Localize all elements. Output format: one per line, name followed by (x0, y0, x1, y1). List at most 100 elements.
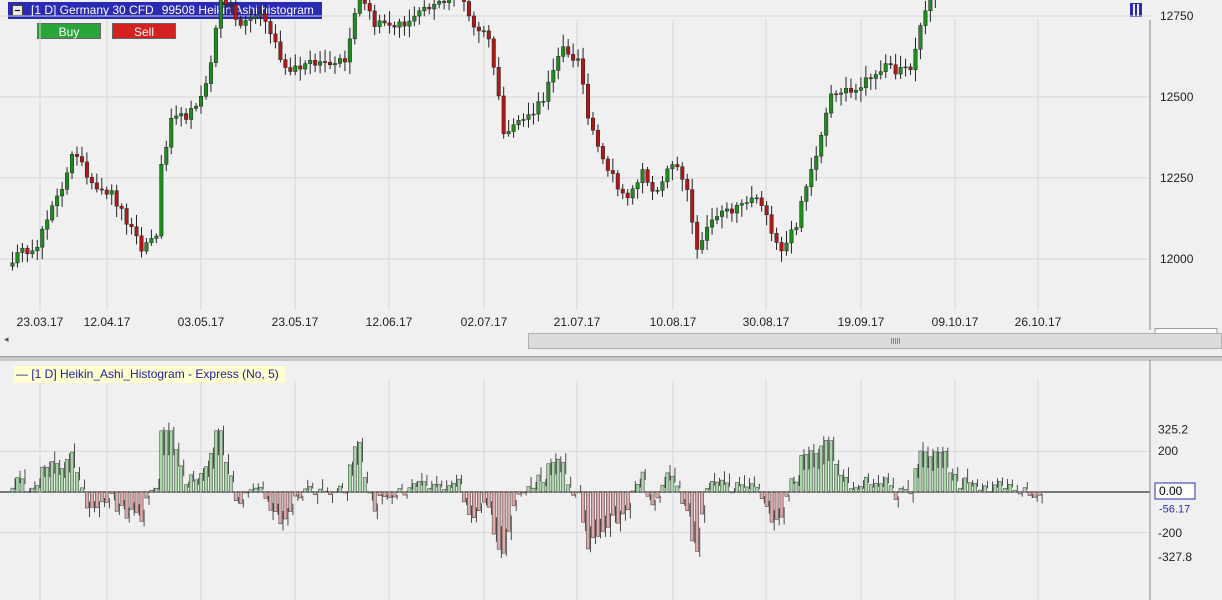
candle-body (590, 117, 595, 131)
hist-bar (586, 491, 590, 550)
hist-bar (883, 477, 888, 493)
hist-bottom-label: -327.8 (1158, 550, 1192, 564)
hist-bar (372, 491, 377, 512)
candle-body (55, 195, 60, 206)
candle-body (610, 170, 615, 174)
hist-bar (898, 487, 903, 493)
candle-body (184, 113, 189, 120)
hist-bar (129, 491, 134, 510)
hist-bar (551, 462, 556, 493)
hist-bar (447, 485, 451, 493)
hist-bar (566, 484, 571, 493)
hist-bar (30, 487, 35, 493)
hist-bar (581, 491, 585, 523)
candle-body (853, 90, 858, 93)
hist-bar (293, 491, 298, 497)
candle-body (883, 63, 888, 72)
candle-body (759, 197, 764, 206)
candle-body (124, 208, 129, 225)
date-tick-label: 19.09.17 (838, 315, 885, 329)
candle-body (233, 4, 238, 20)
candle-body (357, 0, 362, 14)
horizontal-scrollbar[interactable] (528, 333, 1222, 349)
candle-body (923, 10, 928, 26)
hist-bar (615, 491, 620, 524)
hist-bar (655, 491, 660, 499)
histogram-axis: -200 200 325.2 -327.8 0.00 -56.17 (1149, 360, 1196, 600)
hist-bar (457, 478, 461, 493)
candle-body (154, 235, 159, 239)
candle-body (650, 182, 655, 192)
scrollbar-thumb[interactable] (891, 338, 901, 344)
candle-body (432, 3, 437, 10)
candle-body (724, 208, 729, 212)
hist-bar (417, 480, 422, 493)
candle-body (754, 197, 759, 200)
candle-body (913, 48, 918, 70)
candle-body (263, 13, 268, 22)
hist-bar (1007, 484, 1012, 493)
candle-body (739, 203, 744, 206)
hist-bar (124, 491, 129, 519)
hist-bar (561, 462, 566, 493)
hist-bar (893, 491, 898, 500)
hist-bar (1022, 487, 1027, 493)
hist-bar (526, 486, 531, 493)
date-tick-label: 23.03.17 (17, 315, 64, 329)
hist-bar (665, 472, 670, 493)
candle-body (189, 108, 194, 120)
candle-body (50, 205, 55, 221)
price-chart: 12000122501250012750130001325013359.1130… (0, 0, 1218, 347)
candle-body (645, 169, 650, 183)
candle-body (174, 115, 179, 119)
candle-body (35, 246, 40, 252)
price-tick-label: 12250 (1160, 171, 1194, 185)
hist-bar (873, 483, 878, 493)
hist-bar (154, 487, 159, 493)
price-tick-label: 12500 (1160, 90, 1194, 104)
hist-bar (258, 487, 263, 493)
hist-bar (854, 487, 858, 493)
hist-bar (382, 491, 387, 497)
hist-bar (278, 491, 283, 525)
candle-body (635, 182, 640, 190)
hist-bar (630, 490, 635, 493)
candle-body (620, 188, 625, 194)
candle-body (496, 67, 501, 97)
scroll-left-icon[interactable]: ◂ (4, 334, 9, 345)
candle-body (109, 190, 114, 195)
date-axis: 23.03.17 12.04.17 03.05.17 23.05.17 12.06.17… (17, 315, 1062, 329)
candle-body (576, 58, 581, 61)
hist-bar (427, 488, 432, 493)
hist-bar (511, 491, 516, 506)
candle-body (352, 13, 357, 40)
candle-body (228, 4, 233, 6)
hist-bar (501, 491, 506, 554)
candle-body (744, 202, 749, 204)
hist-bar (739, 484, 744, 493)
hist-bar (348, 464, 352, 493)
hist-bar (859, 486, 863, 493)
candle-body (397, 21, 402, 28)
hist-bar (645, 491, 650, 497)
hist-bar (596, 491, 600, 537)
hist-bar (149, 489, 154, 493)
hist-bar (868, 484, 873, 493)
candle-body (715, 216, 720, 221)
hist-bar (606, 491, 610, 528)
hist-bar (918, 450, 923, 493)
hist-bar (531, 487, 536, 493)
candle-body (65, 172, 70, 190)
candle-body (144, 242, 149, 252)
hist-bar (367, 491, 372, 494)
date-tick-label: 21.07.17 (554, 315, 601, 329)
candle-body (511, 124, 516, 132)
hist-bar (55, 463, 59, 493)
hist-bar (829, 440, 833, 493)
candle-body (878, 71, 883, 75)
hist-bar (744, 486, 749, 493)
candle-body (461, 0, 466, 2)
hist-bar (784, 491, 789, 497)
price-grid (0, 15, 1150, 310)
candle-body (566, 46, 571, 55)
